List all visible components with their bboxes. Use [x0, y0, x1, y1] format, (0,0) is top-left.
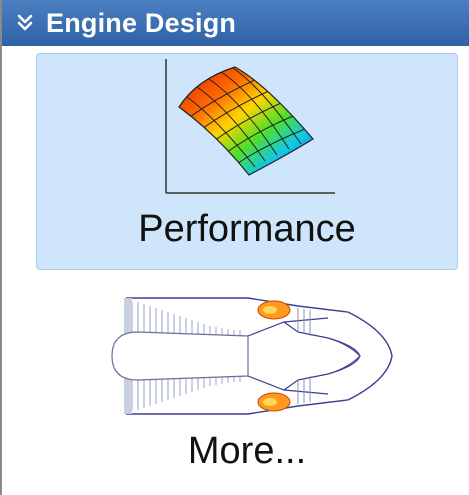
collapse-chevron-icon[interactable]: [14, 12, 36, 34]
section-title: Engine Design: [46, 7, 237, 38]
performance-label: Performance: [138, 208, 356, 250]
performance-surface-plot-icon: [165, 59, 335, 194]
more-label: More...: [187, 430, 307, 472]
jet-engine-cross-section-icon: [111, 297, 393, 415]
more-tile[interactable]: More...: [36, 278, 458, 488]
performance-tile[interactable]: Performance: [36, 53, 458, 270]
engine-design-panel: Engine Design Performance More...: [0, 0, 469, 495]
section-header[interactable]: Engine Design: [2, 0, 469, 46]
